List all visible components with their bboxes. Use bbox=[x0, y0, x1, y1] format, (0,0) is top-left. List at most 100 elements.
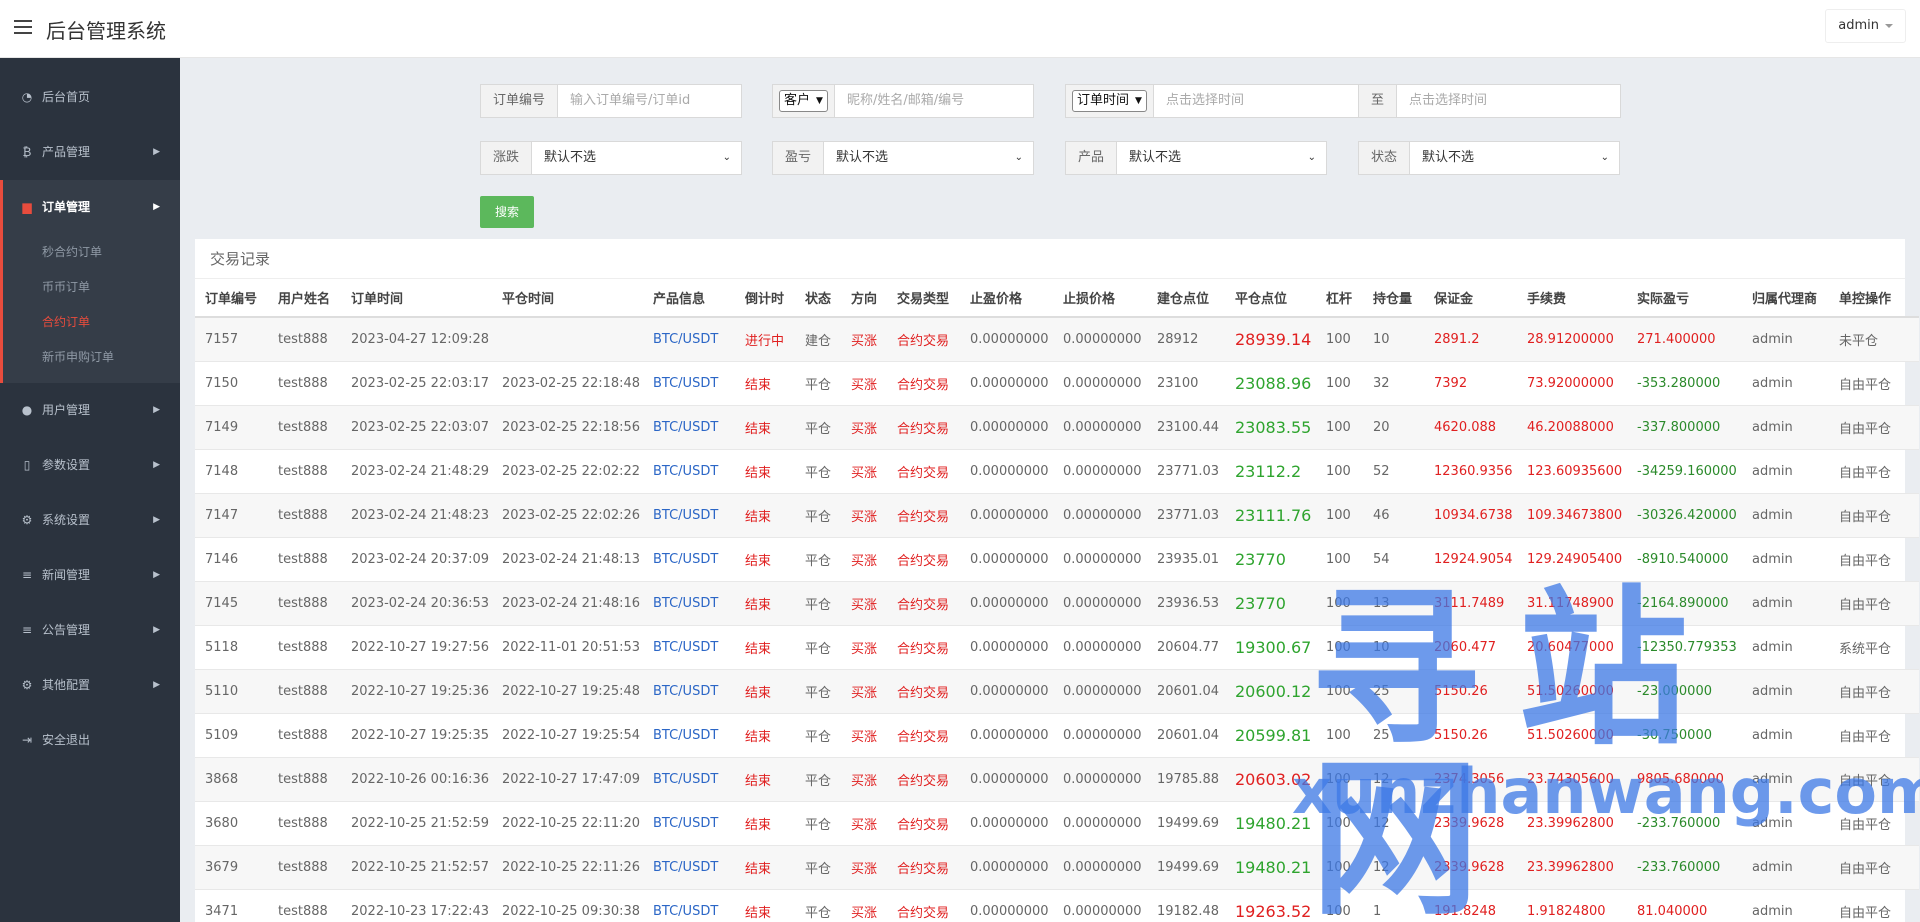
table-cell[interactable]: 自由平仓 bbox=[1829, 801, 1919, 846]
table-row[interactable]: 7148 test888 2023-02-24 21:48:29 2023-02-25… bbox=[195, 449, 1919, 494]
table-cell: 7148 bbox=[195, 449, 268, 494]
table-row[interactable]: 5110 test888 2022-10-27 19:25:36 2022-10-27… bbox=[195, 669, 1919, 714]
sidebar-item-notices[interactable]: ≡ 公告管理 ▶ bbox=[0, 603, 180, 658]
table-cell: 2023-02-24 20:36:53 bbox=[341, 581, 492, 626]
table-row[interactable]: 7146 test888 2023-02-24 20:37:09 2023-02-24… bbox=[195, 537, 1919, 582]
table-row[interactable]: 7149 test888 2023-02-25 22:03:07 2023-02-25… bbox=[195, 405, 1919, 450]
table-cell[interactable]: 自由平仓 bbox=[1829, 493, 1919, 538]
sidebar-item-home[interactable]: ◔ 后台首页 bbox=[0, 70, 180, 125]
table-row[interactable]: 5109 test888 2022-10-27 19:25:35 2022-10-27… bbox=[195, 713, 1919, 758]
profit-select[interactable]: 默认不选 ⌄ bbox=[824, 142, 1033, 174]
search-button[interactable]: 搜索 bbox=[480, 196, 534, 228]
table-cell[interactable]: 自由平仓 bbox=[1829, 449, 1919, 494]
table-row[interactable]: 3679 test888 2022-10-25 21:52:57 2022-10-25… bbox=[195, 845, 1919, 890]
table-cell: 结束 bbox=[735, 493, 795, 538]
table-cell: 5110 bbox=[195, 669, 268, 714]
table-cell[interactable]: 自由平仓 bbox=[1829, 845, 1919, 890]
table-cell[interactable]: BTC/USDT bbox=[643, 889, 735, 922]
sidebar-item-products[interactable]: ₿ 产品管理 ▶ bbox=[0, 125, 180, 180]
table-cell[interactable]: BTC/USDT bbox=[643, 581, 735, 626]
table-cell[interactable]: 自由平仓 bbox=[1829, 581, 1919, 626]
table-cell: 19480.21 bbox=[1225, 845, 1316, 890]
table-cell: 结束 bbox=[735, 449, 795, 494]
table-row[interactable]: 5118 test888 2022-10-27 19:27:56 2022-11-01… bbox=[195, 625, 1919, 670]
table-cell[interactable]: 系统平仓 bbox=[1829, 625, 1919, 670]
time-select[interactable]: 订单时间 ▼ bbox=[1072, 90, 1147, 112]
table-cell[interactable]: 未平仓 bbox=[1829, 317, 1919, 362]
table-cell[interactable]: BTC/USDT bbox=[643, 625, 735, 670]
table-cell[interactable]: BTC/USDT bbox=[643, 845, 735, 890]
table-cell[interactable]: 自由平仓 bbox=[1829, 713, 1919, 758]
table-cell: 12924.9054 bbox=[1424, 537, 1517, 582]
rise-fall-select[interactable]: 默认不选 ⌄ bbox=[532, 142, 741, 174]
sidebar-item-news[interactable]: ≡ 新闻管理 ▶ bbox=[0, 548, 180, 603]
time-from-input[interactable]: 点击选择时间 bbox=[1154, 85, 1358, 117]
table-cell: 20603.02 bbox=[1225, 757, 1316, 802]
status-label: 状态 bbox=[1359, 142, 1411, 174]
table-cell: 0.00000000 bbox=[960, 625, 1053, 670]
table-cell[interactable]: BTC/USDT bbox=[643, 361, 735, 406]
table-cell: 合约交易 bbox=[887, 757, 960, 802]
table-cell: 结束 bbox=[735, 361, 795, 406]
table-cell[interactable]: 自由平仓 bbox=[1829, 405, 1919, 450]
table-cell[interactable]: BTC/USDT bbox=[643, 669, 735, 714]
table-cell[interactable]: BTC/USDT bbox=[643, 493, 735, 538]
table-cell: admin bbox=[1742, 757, 1829, 802]
table-cell[interactable]: BTC/USDT bbox=[643, 757, 735, 802]
table-cell: test888 bbox=[268, 449, 341, 494]
time-to-input[interactable]: 点击选择时间 bbox=[1397, 85, 1620, 117]
table-cell[interactable]: 自由平仓 bbox=[1829, 757, 1919, 802]
table-cell: 平仓 bbox=[795, 757, 841, 802]
sidebar-subitem-coin[interactable]: 币币订单 bbox=[3, 270, 180, 305]
table-cell: admin bbox=[1742, 801, 1829, 846]
sidebar-item-label: 系统设置 bbox=[42, 513, 91, 527]
sidebar-item-other[interactable]: ⚙ 其他配置 ▶ bbox=[0, 658, 180, 713]
customer-select-value: 客户 bbox=[784, 93, 811, 108]
table-cell[interactable]: BTC/USDT bbox=[643, 801, 735, 846]
table-cell: 0.00000000 bbox=[960, 449, 1053, 494]
table-row[interactable]: 7145 test888 2023-02-24 20:36:53 2023-02-24… bbox=[195, 581, 1919, 626]
sidebar-subitem-contract[interactable]: 合约订单 bbox=[3, 305, 180, 340]
table-cell[interactable]: 自由平仓 bbox=[1829, 669, 1919, 714]
customer-select-addon: 客户 ▼ bbox=[773, 85, 835, 117]
chevron-right-icon: ▶ bbox=[153, 515, 160, 525]
customer-input[interactable]: 昵称/姓名/邮箱/编号 bbox=[835, 85, 1033, 117]
sidebar-item-system[interactable]: ⚙ 系统设置 ▶ bbox=[0, 493, 180, 548]
table-row[interactable]: 3471 test888 2022-10-23 17:22:43 2022-10-25… bbox=[195, 889, 1919, 922]
menu-toggle-icon[interactable] bbox=[14, 20, 32, 36]
sidebar-item-orders[interactable]: ▆ 订单管理 ▶ bbox=[3, 180, 180, 235]
order-no-input[interactable]: 输入订单编号/订单id bbox=[558, 85, 741, 117]
table-cell[interactable]: 自由平仓 bbox=[1829, 889, 1919, 922]
table-row[interactable]: 7150 test888 2023-02-25 22:03:17 2023-02-25… bbox=[195, 361, 1919, 406]
table-cell: 0.00000000 bbox=[1053, 845, 1147, 890]
table-cell[interactable]: BTC/USDT bbox=[643, 449, 735, 494]
table-cell[interactable]: 自由平仓 bbox=[1829, 537, 1919, 582]
user-menu[interactable]: admin bbox=[1825, 9, 1906, 43]
sidebar-subitem-ipo[interactable]: 新币申购订单 bbox=[3, 340, 180, 375]
customer-select[interactable]: 客户 ▼ bbox=[779, 90, 828, 112]
table-cell[interactable]: BTC/USDT bbox=[643, 317, 735, 362]
product-select[interactable]: 默认不选 ⌄ bbox=[1117, 142, 1326, 174]
table-row[interactable]: 3868 test888 2022-10-26 00:16:36 2022-10-27… bbox=[195, 757, 1919, 802]
table-cell: 2023-02-25 22:03:07 bbox=[341, 405, 492, 450]
sidebar-item-params[interactable]: ▯ 参数设置 ▶ bbox=[0, 438, 180, 493]
table-cell[interactable]: BTC/USDT bbox=[643, 713, 735, 758]
table-cell: 0.00000000 bbox=[1053, 317, 1147, 362]
table-row[interactable]: 7147 test888 2023-02-24 21:48:23 2023-02-25… bbox=[195, 493, 1919, 538]
table-cell: -34259.160000 bbox=[1627, 449, 1742, 494]
table-cell: 109.34673800 bbox=[1517, 493, 1627, 538]
table-cell: 0.00000000 bbox=[960, 845, 1053, 890]
table-cell: 12 bbox=[1363, 757, 1424, 802]
table-row[interactable]: 7157 test888 2023-04-27 12:09:28 BTC/USDT 进行… bbox=[195, 317, 1919, 362]
table-cell[interactable]: BTC/USDT bbox=[643, 405, 735, 450]
sidebar-item-logout[interactable]: ⇥ 安全退出 bbox=[0, 713, 180, 768]
sidebar-subitem-second-contract[interactable]: 秒合约订单 bbox=[3, 235, 180, 270]
table-row[interactable]: 3680 test888 2022-10-25 21:52:59 2022-10-25… bbox=[195, 801, 1919, 846]
status-select[interactable]: 默认不选 ⌄ bbox=[1410, 142, 1619, 174]
table-cell[interactable]: 自由平仓 bbox=[1829, 361, 1919, 406]
table-cell: 平仓 bbox=[795, 845, 841, 890]
table-cell[interactable]: BTC/USDT bbox=[643, 537, 735, 582]
table-cell: 平仓 bbox=[795, 449, 841, 494]
table-cell: 28912 bbox=[1147, 317, 1225, 362]
sidebar-item-users[interactable]: ● 用户管理 ▶ bbox=[0, 383, 180, 438]
